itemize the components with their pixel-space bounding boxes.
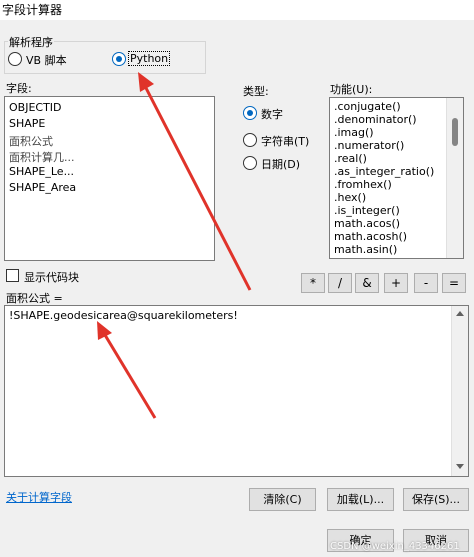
arrow-to-python-line xyxy=(144,87,252,291)
annotation-arrows xyxy=(97,72,252,419)
arrow-to-expression-head xyxy=(97,321,112,340)
arrow-to-expression-line xyxy=(103,334,157,419)
